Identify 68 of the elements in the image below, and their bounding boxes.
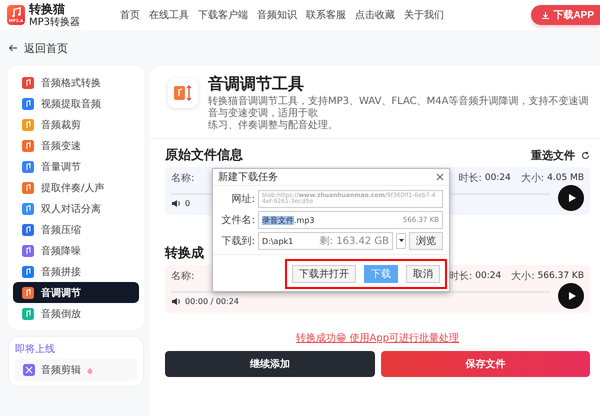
brand-name: 转换猫 [29,2,66,16]
sidebar-item[interactable]: 双人对话分离 [13,198,139,219]
close-icon[interactable] [436,173,444,181]
caret-icon [398,239,404,243]
nav-link[interactable]: 下载客户端 [198,8,248,22]
back-arrow-icon [8,43,18,53]
section-title: 转换成 [165,245,204,262]
target-folder-field[interactable]: D:\apk1 剩: 163.42 GB [258,232,393,250]
download-icon [541,10,550,20]
browse-button[interactable]: 浏览 [409,232,443,250]
name-label: 名称: [171,270,194,283]
sidebar-item[interactable]: 视频提取音频 [13,93,139,114]
duration-label: 时长: [458,172,482,185]
play-icon [567,193,577,203]
nav-link[interactable]: 首页 [120,8,140,22]
sidebar-item[interactable]: 音频变速 [13,135,139,156]
reselect-link[interactable]: 重选文件 [531,148,575,162]
size-label: 大小: [511,270,535,283]
nav-link[interactable]: 在线工具 [149,8,190,22]
play-button[interactable] [558,283,584,309]
back-link[interactable]: 返回首页 [24,40,68,56]
target-label: 下载到: [220,234,255,248]
duration-value: 00:24 [475,271,502,281]
play-icon [567,291,577,301]
sidebar-item[interactable]: 音频裁剪 [13,114,139,135]
brand-subtitle: MP3转换器 [29,16,80,28]
save-file-button[interactable]: 保存文件 [380,351,590,377]
flame-icon [87,366,93,374]
sidebar-item[interactable]: 音频压缩 [13,219,139,240]
tool-description: 转换猫音调调节工具，支持MP3、WAV、FLAC、M4A等音频升调降调，支持不变速调音与变速变调，适用于歌 [208,96,590,120]
speaker-icon[interactable] [171,198,181,208]
name-label: 名称: [171,172,194,185]
nav-link[interactable]: 点击收藏 [355,8,396,22]
nav-link[interactable]: 音频知识 [257,8,298,22]
pitch-tool-icon [168,78,198,108]
download-app-button[interactable]: 下载APP [531,5,600,25]
nav-link[interactable]: 联系客服 [306,8,346,22]
section-title: 原始文件信息 [165,146,243,164]
sidebar-item[interactable]: 音量调节 [13,156,139,177]
filename-label: 文件名: [220,214,255,227]
dialog-title: 新建下载任务 [218,170,278,184]
upcoming-title: 即将上线 [15,342,56,356]
continue-add-button[interactable]: 继续添加 [165,351,374,377]
tool-title: 音调调节工具 [208,74,305,94]
time-reading: 00:00 / 00:24 [185,296,239,306]
nav-link[interactable]: 关于我们 [404,8,444,22]
dropdown-button[interactable] [396,233,406,249]
play-button[interactable] [558,185,584,211]
dialog-button[interactable]: 取消 [406,265,440,283]
dialog-button[interactable]: 下载并打开 [292,265,356,283]
size-value: 4.05 MB [547,173,584,183]
time-reading: 0 [185,198,190,208]
duration-value: 00:24 [484,173,511,183]
music-note-icon [10,7,22,18]
sidebar-item[interactable]: 音频降噪 [13,240,139,261]
speaker-icon[interactable] [171,296,181,306]
sidebar-item[interactable]: 音频剪辑 [15,359,137,381]
sidebar-item[interactable]: 音频拼接 [13,261,139,282]
sidebar-item[interactable]: 提取伴奏/人声 [13,177,139,198]
success-message-link[interactable]: 转换成功😁 使用App可进行批量处理 [165,331,590,345]
sidebar-item[interactable]: 音频格式转换 [13,72,139,93]
sidebar-item[interactable]: 音频倒放 [13,303,139,324]
url-label: 网址: [230,192,255,206]
sidebar-item[interactable]: 音调调节 [13,282,139,303]
size-label: 大小: [520,172,544,185]
tool-description: 练习、伴奏调整与配音处理。 [208,120,339,132]
size-value: 566.37 KB [538,271,584,281]
refresh-icon[interactable] [581,150,590,160]
